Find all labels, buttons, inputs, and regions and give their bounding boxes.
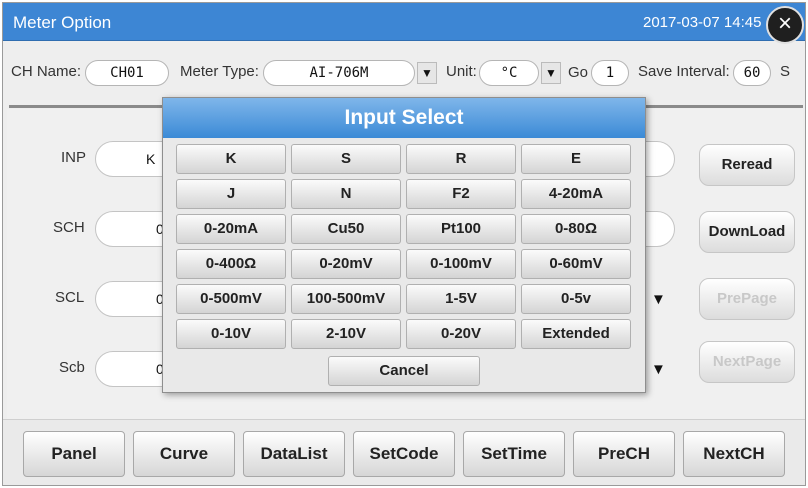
option-e[interactable]: E <box>521 144 631 174</box>
window-title: Meter Option <box>13 13 112 32</box>
row-label-sch: SCH <box>53 219 85 236</box>
option-0-10v[interactable]: 0-10V <box>176 319 286 349</box>
row-label-scb: Scb <box>59 359 85 376</box>
row-label-inp: INP <box>61 149 87 166</box>
setcode-button[interactable]: SetCode <box>353 431 455 477</box>
dialog-title: Input Select <box>163 98 645 138</box>
settime-button[interactable]: SetTime <box>463 431 565 477</box>
datetime-display: 2017-03-07 14:45 <box>643 14 762 31</box>
option-cu50[interactable]: Cu50 <box>291 214 401 244</box>
input-option-grid: K S R E J N F2 4-20mA 0-20mA Cu50 Pt100 … <box>176 144 634 349</box>
row-label-scl: SCL <box>55 289 85 306</box>
option-1-5v[interactable]: 1-5V <box>406 284 516 314</box>
save-interval-unit: S <box>780 63 791 80</box>
option-0-20v[interactable]: 0-20V <box>406 319 516 349</box>
option-4-20ma[interactable]: 4-20mA <box>521 179 631 209</box>
option-0-400ohm[interactable]: 0-400Ω <box>176 249 286 279</box>
curve-button[interactable]: Curve <box>133 431 235 477</box>
option-2-10v[interactable]: 2-10V <box>291 319 401 349</box>
option-0-5v[interactable]: 0-5v <box>521 284 631 314</box>
panel-button[interactable]: Panel <box>23 431 125 477</box>
option-j[interactable]: J <box>176 179 286 209</box>
option-0-60mv[interactable]: 0-60mV <box>521 249 631 279</box>
scb-dropdown-icon[interactable]: ▼ <box>651 361 666 378</box>
option-r[interactable]: R <box>406 144 516 174</box>
download-button[interactable]: DownLoad <box>699 211 795 253</box>
go-field[interactable]: 1 <box>591 60 629 86</box>
option-pt100[interactable]: Pt100 <box>406 214 516 244</box>
option-100-500mv[interactable]: 100-500mV <box>291 284 401 314</box>
option-0-500mv[interactable]: 0-500mV <box>176 284 286 314</box>
option-0-80ohm[interactable]: 0-80Ω <box>521 214 631 244</box>
ch-name-label: CH Name: <box>11 63 82 80</box>
save-interval-field[interactable]: 60 <box>733 60 771 86</box>
option-n[interactable]: N <box>291 179 401 209</box>
prepage-button[interactable]: PrePage <box>699 278 795 320</box>
unit-label: Unit: <box>446 63 477 80</box>
nextpage-button[interactable]: NextPage <box>699 341 795 383</box>
option-extended[interactable]: Extended <box>521 319 631 349</box>
option-s[interactable]: S <box>291 144 401 174</box>
cancel-button[interactable]: Cancel <box>328 356 480 386</box>
option-0-100mv[interactable]: 0-100mV <box>406 249 516 279</box>
option-0-20ma[interactable]: 0-20mA <box>176 214 286 244</box>
scl-dropdown-icon[interactable]: ▼ <box>651 291 666 308</box>
meter-type-select[interactable]: AI-706M <box>263 60 415 86</box>
save-interval-label: Save Interval: <box>638 63 730 80</box>
title-bar: Meter Option 2017-03-07 14:45 <box>3 3 805 41</box>
option-k[interactable]: K <box>176 144 286 174</box>
ch-name-field[interactable]: CH01 <box>85 60 169 86</box>
datalist-button[interactable]: DataList <box>243 431 345 477</box>
meter-type-label: Meter Type: <box>180 63 259 80</box>
go-label: Go <box>568 64 589 81</box>
nextch-button[interactable]: NextCH <box>683 431 785 477</box>
option-f2[interactable]: F2 <box>406 179 516 209</box>
reread-button[interactable]: Reread <box>699 144 795 186</box>
meter-type-dropdown-icon[interactable]: ▼ <box>417 62 437 84</box>
unit-select[interactable]: °C <box>479 60 539 86</box>
input-select-dialog: Input Select K S R E J N F2 4-20mA 0-20m… <box>162 97 646 393</box>
option-0-20mv[interactable]: 0-20mV <box>291 249 401 279</box>
prech-button[interactable]: PreCH <box>573 431 675 477</box>
unit-dropdown-icon[interactable]: ▼ <box>541 62 561 84</box>
close-icon[interactable]: × <box>766 6 804 44</box>
